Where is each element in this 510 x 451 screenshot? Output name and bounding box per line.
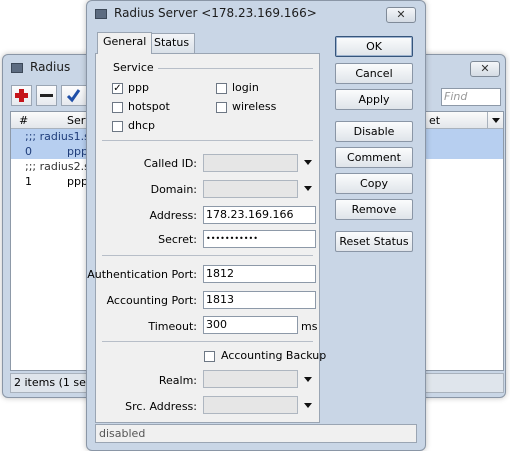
service-group-label: Service <box>113 61 154 74</box>
column-header-secret[interactable]: et <box>429 114 440 127</box>
auth-port-field[interactable]: 1812 <box>203 265 316 283</box>
timeout-field[interactable]: 300 <box>203 316 298 334</box>
accounting-backup-label: Accounting Backup <box>221 349 327 362</box>
apply-button[interactable]: Apply <box>335 89 413 110</box>
ok-button[interactable]: OK <box>335 36 413 57</box>
general-panel: Service ✓ ppp login hotspot wireless dhc… <box>87 53 326 423</box>
divider <box>158 68 313 69</box>
timeout-label: Timeout: <box>148 320 197 333</box>
radius-server-dialog: Radius Server <178.23.169.166> ✕ General… <box>86 0 426 451</box>
dhcp-checkbox[interactable] <box>112 121 123 132</box>
chevron-down-icon[interactable] <box>304 186 312 191</box>
hotspot-label: hotspot <box>128 100 170 113</box>
dialog-close-button[interactable]: ✕ <box>386 7 416 23</box>
wireless-label: wireless <box>232 100 277 113</box>
hotspot-checkbox[interactable] <box>112 102 123 113</box>
address-label: Address: <box>149 209 197 222</box>
timeout-unit: ms <box>301 320 318 333</box>
auth-port-label: Authentication Port: <box>87 268 197 281</box>
dhcp-label: dhcp <box>128 119 155 132</box>
columns-menu-button[interactable] <box>487 112 503 128</box>
chevron-down-icon <box>492 118 500 123</box>
secret-field[interactable]: ••••••••••• <box>203 230 316 248</box>
radius-close-button[interactable]: ✕ <box>470 61 500 77</box>
comment-button[interactable]: Comment <box>335 147 413 168</box>
chevron-down-icon[interactable] <box>304 377 312 382</box>
find-input[interactable]: Find <box>441 88 501 106</box>
login-label: login <box>232 81 259 94</box>
wireless-checkbox[interactable] <box>216 102 227 113</box>
divider <box>102 341 313 342</box>
address-field[interactable]: 178.23.169.166 <box>203 206 316 224</box>
disable-button[interactable]: Disable <box>335 121 413 142</box>
add-button[interactable] <box>11 85 32 106</box>
divider <box>102 255 313 256</box>
remove-button[interactable] <box>36 85 57 106</box>
called-id-field[interactable] <box>203 154 298 172</box>
dialog-titlebar: Radius Server <178.23.169.166> ✕ <box>87 1 425 27</box>
plus-icon <box>15 89 28 102</box>
secret-label: Secret: <box>158 233 197 246</box>
dialog-title: Radius Server <178.23.169.166> <box>114 6 317 20</box>
login-checkbox[interactable] <box>216 83 227 94</box>
src-address-label: Src. Address: <box>125 400 197 413</box>
radius-window-title: Radius <box>30 60 71 74</box>
checkmark-icon <box>66 89 81 103</box>
realm-label: Realm: <box>158 374 197 387</box>
cancel-button[interactable]: Cancel <box>335 63 413 84</box>
remove-button[interactable]: Remove <box>335 199 413 220</box>
minus-icon <box>40 94 53 97</box>
tab-status[interactable]: Status <box>148 33 196 53</box>
called-id-label: Called ID: <box>143 157 197 170</box>
chevron-down-icon[interactable] <box>304 160 312 165</box>
realm-field[interactable] <box>203 370 298 388</box>
ppp-label: ppp <box>128 81 149 94</box>
tab-general[interactable]: General <box>97 32 153 54</box>
dialog-status-bar: disabled <box>95 424 417 443</box>
chevron-down-icon[interactable] <box>304 403 312 408</box>
reset-status-button[interactable]: Reset Status <box>335 231 413 252</box>
src-address-field[interactable] <box>203 396 298 414</box>
divider <box>102 140 313 141</box>
acct-port-field[interactable]: 1813 <box>203 291 316 309</box>
acct-port-label: Accounting Port: <box>106 294 197 307</box>
accounting-backup-checkbox[interactable] <box>204 351 215 362</box>
enable-button[interactable] <box>61 85 87 106</box>
ppp-checkbox[interactable]: ✓ <box>112 83 123 94</box>
window-icon <box>11 63 23 73</box>
window-icon <box>95 9 107 19</box>
domain-field[interactable] <box>203 180 298 198</box>
column-header-number[interactable]: # <box>19 114 28 127</box>
copy-button[interactable]: Copy <box>335 173 413 194</box>
domain-label: Domain: <box>150 183 197 196</box>
